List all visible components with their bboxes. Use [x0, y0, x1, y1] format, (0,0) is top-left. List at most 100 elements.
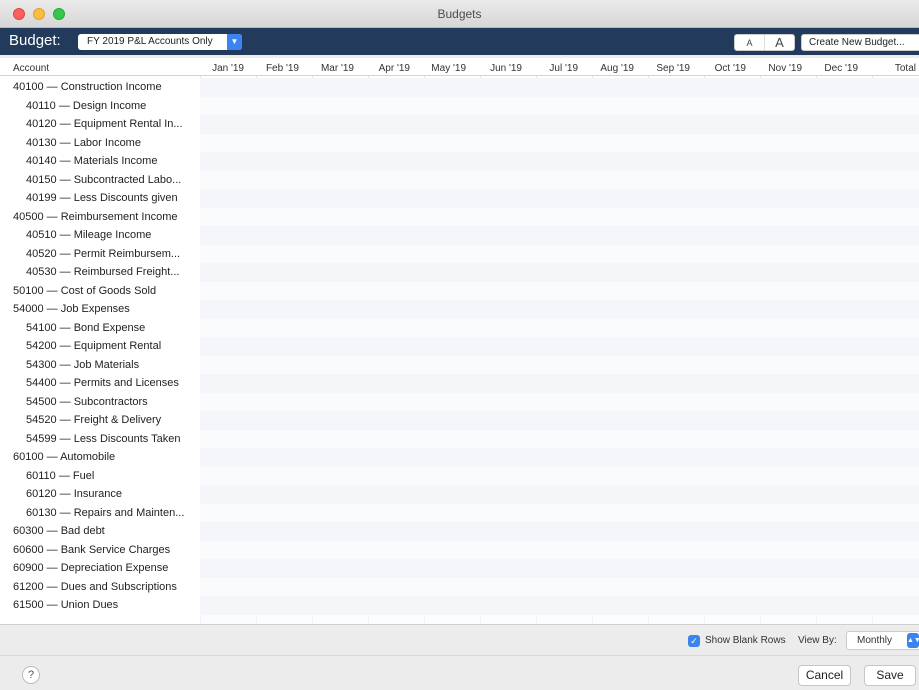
budget-cells[interactable] — [200, 115, 919, 134]
budget-cells[interactable] — [200, 596, 919, 615]
account-row: 60120 — Insurance — [0, 485, 919, 504]
chevron-down-icon: ▼ — [227, 34, 242, 50]
budget-cells[interactable] — [200, 318, 919, 337]
account-label: 40110 — Design Income — [0, 96, 200, 115]
show-blank-rows-checkbox[interactable]: ✓ — [688, 635, 700, 647]
account-row: 60900 — Depreciation Expense — [0, 559, 919, 578]
budget-cells[interactable] — [200, 374, 919, 393]
account-row: 61500 — Union Dues — [0, 596, 919, 615]
budget-cells[interactable] — [200, 466, 919, 485]
account-row: 54400 — Permits and Licenses — [0, 374, 919, 393]
save-button[interactable]: Save — [864, 665, 916, 686]
budget-cells[interactable] — [200, 96, 919, 115]
account-label: 54200 — Equipment Rental — [0, 337, 200, 356]
month-column-header[interactable]: Total — [895, 63, 916, 74]
budget-cells[interactable] — [200, 78, 919, 97]
account-label: 40150 — Subcontracted Labo... — [0, 170, 200, 189]
view-by-label: View By: — [798, 635, 837, 646]
account-row: 54599 — Less Discounts Taken — [0, 429, 919, 448]
account-row: 40110 — Design Income — [0, 96, 919, 115]
budget-cells[interactable] — [200, 429, 919, 448]
help-button[interactable]: ? — [22, 666, 40, 684]
account-label: 61200 — Dues and Subscriptions — [0, 577, 200, 596]
budget-cells[interactable] — [200, 226, 919, 245]
budget-cells[interactable] — [200, 503, 919, 522]
increase-font-button[interactable]: A — [765, 35, 794, 50]
month-column-header[interactable]: Sep '19 — [656, 63, 690, 74]
account-label: 40500 — Reimbursement Income — [0, 207, 200, 226]
account-row: 60300 — Bad debt — [0, 522, 919, 541]
month-column-header[interactable]: May '19 — [431, 63, 466, 74]
dialog-button-bar: ? Cancel Save — [0, 655, 919, 690]
account-label: 60100 — Automobile — [0, 448, 200, 467]
account-label: 54300 — Job Materials — [0, 355, 200, 374]
account-row: 60600 — Bank Service Charges — [0, 540, 919, 559]
window-title: Budgets — [437, 7, 482, 21]
account-label: 54500 — Subcontractors — [0, 392, 200, 411]
view-by-select[interactable]: Monthly ▲▼ — [846, 631, 919, 650]
budget-cells[interactable] — [200, 614, 919, 624]
budget-cells[interactable] — [200, 207, 919, 226]
budget-cells[interactable] — [200, 300, 919, 319]
budget-cells[interactable] — [200, 133, 919, 152]
month-column-header[interactable]: Oct '19 — [715, 63, 746, 74]
budget-cells[interactable] — [200, 189, 919, 208]
account-label: 60300 — Bad debt — [0, 522, 200, 541]
account-label: 40130 — Labor Income — [0, 133, 200, 152]
account-row: 40199 — Less Discounts given — [0, 189, 919, 208]
month-column-header[interactable]: Jan '19 — [212, 63, 244, 74]
budget-select-value: FY 2019 P&L Accounts Only — [87, 36, 213, 47]
budget-cells[interactable] — [200, 170, 919, 189]
account-row: 54200 — Equipment Rental — [0, 337, 919, 356]
month-column-header[interactable]: Apr '19 — [379, 63, 410, 74]
account-row: 50100 — Cost of Goods Sold — [0, 281, 919, 300]
month-column-header[interactable]: Dec '19 — [824, 63, 858, 74]
month-column-header[interactable]: Jul '19 — [549, 63, 578, 74]
budget-cells[interactable] — [200, 263, 919, 282]
month-column-header[interactable]: Feb '19 — [266, 63, 299, 74]
account-label: 54100 — Bond Expense — [0, 318, 200, 337]
account-row: 40120 — Equipment Rental In... — [0, 115, 919, 134]
budget-label: Budget: — [9, 32, 61, 49]
budget-cells[interactable] — [200, 152, 919, 171]
account-column-header[interactable]: Account — [13, 63, 49, 74]
budget-cells[interactable] — [200, 337, 919, 356]
cancel-button[interactable]: Cancel — [798, 665, 851, 686]
budget-cells[interactable] — [200, 577, 919, 596]
month-column-header[interactable]: Mar '19 — [321, 63, 354, 74]
month-column-header[interactable]: Aug '19 — [600, 63, 634, 74]
month-column-header[interactable]: Nov '19 — [768, 63, 802, 74]
budget-cells[interactable] — [200, 559, 919, 578]
account-row: 40530 — Reimbursed Freight... — [0, 263, 919, 282]
account-row: 40150 — Subcontracted Labo... — [0, 170, 919, 189]
account-label: 40199 — Less Discounts given — [0, 189, 200, 208]
budget-cells[interactable] — [200, 355, 919, 374]
budget-cells[interactable] — [200, 392, 919, 411]
account-label: 54000 — Job Expenses — [0, 300, 200, 319]
create-new-budget-button[interactable]: Create New Budget... — [801, 34, 919, 51]
budget-cells[interactable] — [200, 448, 919, 467]
account-row: 40500 — Reimbursement Income — [0, 207, 919, 226]
budget-cells[interactable] — [200, 411, 919, 430]
budget-cells[interactable] — [200, 244, 919, 263]
account-row: 54000 — Job Expenses — [0, 300, 919, 319]
account-label: 60130 — Repairs and Mainten... — [0, 503, 200, 522]
chevron-updown-icon: ▲▼ — [907, 633, 919, 648]
view-by-value: Monthly — [857, 635, 893, 646]
view-options-bar: ✓ Show Blank Rows View By: Monthly ▲▼ — [0, 624, 919, 655]
account-label: 60600 — Bank Service Charges — [0, 540, 200, 559]
budget-cells[interactable] — [200, 522, 919, 541]
account-row: 40100 — Construction Income — [0, 78, 919, 97]
month-column-header[interactable]: Jun '19 — [490, 63, 522, 74]
account-row: 54300 — Job Materials — [0, 355, 919, 374]
budget-cells[interactable] — [200, 281, 919, 300]
decrease-font-button[interactable]: A — [735, 35, 765, 50]
show-blank-rows-label[interactable]: Show Blank Rows — [705, 635, 786, 646]
budget-cells[interactable] — [200, 540, 919, 559]
title-bar: Budgets — [0, 0, 919, 28]
budget-select[interactable]: FY 2019 P&L Accounts Only ▼ — [78, 34, 242, 50]
account-row — [0, 614, 919, 624]
account-label: 60120 — Insurance — [0, 485, 200, 504]
budget-cells[interactable] — [200, 485, 919, 504]
account-label: 40520 — Permit Reimbursem... — [0, 244, 200, 263]
